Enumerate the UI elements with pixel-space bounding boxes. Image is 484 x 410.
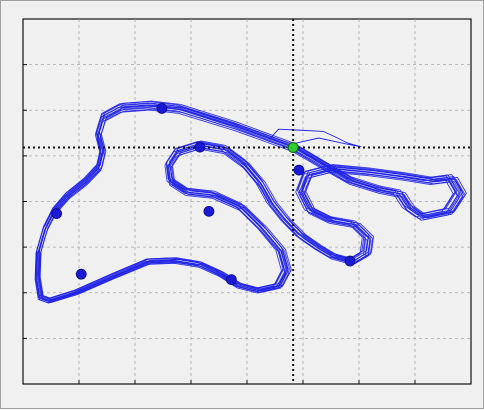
- sector-marker: [293, 164, 305, 176]
- current-position-marker: [287, 141, 299, 153]
- sector-marker: [51, 208, 62, 219]
- sector-marker: [344, 255, 356, 267]
- chart-frame: [0, 0, 484, 409]
- track-plot: [22, 18, 472, 385]
- sector-marker: [156, 103, 168, 114]
- sector-marker: [225, 274, 237, 286]
- sector-marker: [75, 268, 87, 280]
- sector-marker: [194, 141, 206, 153]
- sector-marker: [203, 205, 215, 217]
